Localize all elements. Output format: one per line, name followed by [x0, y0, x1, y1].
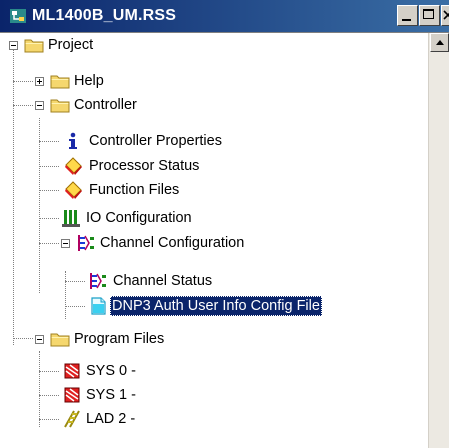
- tree-node-dnp3-auth-user-info[interactable]: DNP3 Auth User Info Config File: [0, 294, 428, 318]
- system-program-icon: [64, 387, 80, 403]
- tree-node-label: Program Files: [74, 331, 165, 347]
- window-title: ML1400B_UM.RSS: [32, 7, 177, 24]
- arrow-up-icon: [436, 40, 444, 45]
- minimize-button[interactable]: [397, 5, 418, 26]
- project-tree[interactable]: Project Help Controller Controller Prope…: [0, 33, 428, 448]
- tree-node-label: SYS 0 -: [86, 363, 136, 379]
- tree-node-label: SYS 1 -: [86, 387, 136, 403]
- tree-node-channel-configuration[interactable]: Channel Configuration: [0, 231, 320, 255]
- io-rack-icon: [62, 210, 80, 227]
- tree-node-label: Project: [48, 37, 94, 53]
- tree-node-label: Processor Status: [89, 158, 200, 174]
- status-file-icon: [65, 181, 82, 199]
- channel-icon: [90, 273, 106, 289]
- folder-icon: [50, 99, 70, 113]
- expand-toggle[interactable]: [35, 77, 44, 86]
- tree-node-program-files[interactable]: Program Files: [0, 327, 220, 351]
- tree-node-label: DNP3 Auth User Info Config File: [110, 296, 322, 316]
- tree-node-io-configuration[interactable]: IO Configuration: [0, 206, 300, 230]
- project-tree-icon: [10, 9, 26, 23]
- collapse-toggle[interactable]: [35, 335, 44, 344]
- tree-node-controller-properties[interactable]: Controller Properties: [0, 129, 300, 153]
- ladder-program-icon: [64, 410, 80, 428]
- scroll-up-button[interactable]: [430, 33, 449, 52]
- tree-node-sys0[interactable]: SYS 0 -: [0, 359, 200, 383]
- tree-node-label: Controller Properties: [89, 133, 222, 149]
- tree-node-processor-status[interactable]: Processor Status: [0, 154, 300, 178]
- collapse-toggle[interactable]: [61, 239, 70, 248]
- maximize-icon: [423, 9, 434, 19]
- minimize-icon: [402, 19, 411, 21]
- tree-node-label: IO Configuration: [86, 210, 192, 226]
- close-icon: [443, 10, 449, 20]
- collapse-toggle[interactable]: [9, 41, 18, 50]
- channel-icon: [78, 235, 94, 251]
- tree-node-label: Channel Configuration: [100, 235, 245, 251]
- tree-node-label: Function Files: [89, 182, 180, 198]
- tree-node-project[interactable]: Project: [0, 33, 200, 57]
- tree-node-controller[interactable]: Controller: [0, 93, 200, 117]
- vertical-scrollbar[interactable]: [428, 33, 449, 448]
- collapse-toggle[interactable]: [35, 101, 44, 110]
- status-file-icon: [65, 157, 82, 175]
- tree-node-label: LAD 2 -: [86, 411, 136, 427]
- info-icon: [69, 132, 77, 149]
- tree-node-label: Controller: [74, 97, 137, 113]
- tree-node-label: Help: [74, 73, 104, 89]
- tree-node-channel-status[interactable]: Channel Status: [0, 269, 300, 293]
- folder-icon: [50, 75, 70, 89]
- system-program-icon: [64, 363, 80, 379]
- document-icon: [91, 297, 106, 315]
- close-button[interactable]: [441, 5, 449, 26]
- tree-node-sys1[interactable]: SYS 1 -: [0, 383, 200, 407]
- tree-node-label: Channel Status: [113, 273, 213, 289]
- folder-icon: [24, 39, 44, 53]
- project-window: ML1400B_UM.RSS Project Help Controller C…: [0, 0, 449, 448]
- tree-node-lad2[interactable]: LAD 2 -: [0, 407, 200, 431]
- folder-icon: [50, 333, 70, 347]
- tree-node-function-files[interactable]: Function Files: [0, 178, 300, 202]
- title-bar[interactable]: ML1400B_UM.RSS: [0, 0, 449, 33]
- tree-node-help[interactable]: Help: [0, 69, 200, 93]
- maximize-button[interactable]: [419, 5, 440, 26]
